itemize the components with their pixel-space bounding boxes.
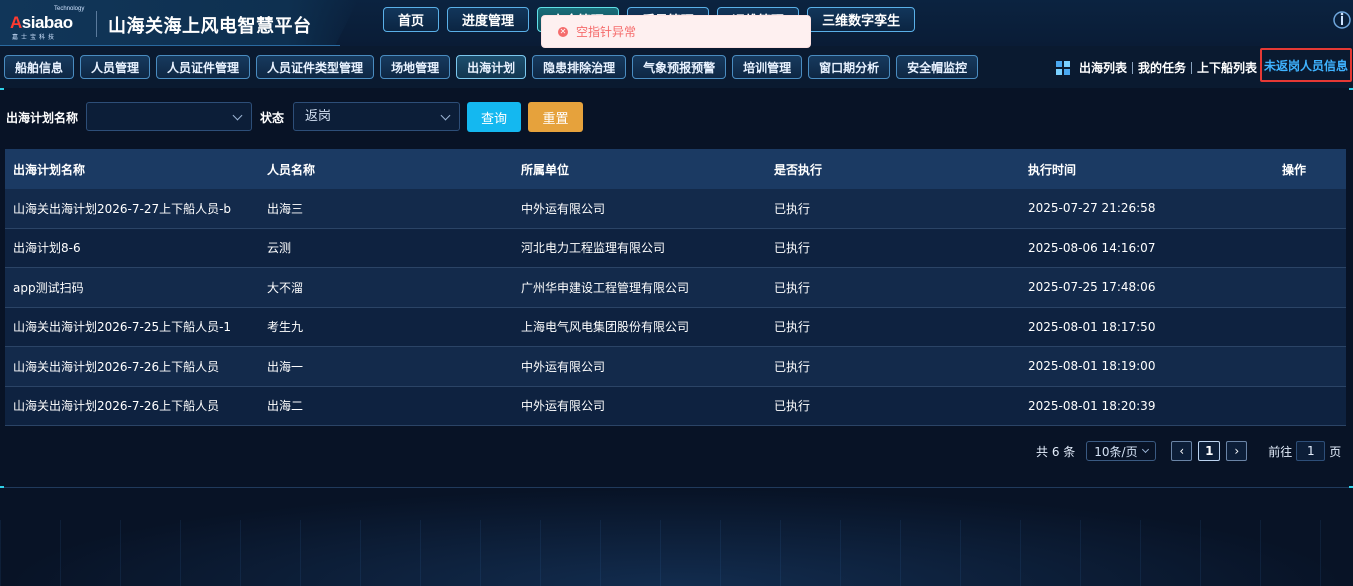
cell-executed: 已执行 [774,280,811,295]
table-header: 出海计划名称 人员名称 所属单位 是否执行 执行时间 操作 [5,149,1346,189]
company-logo: Technology Asiabao 嘉士宝科技 [10,6,85,41]
cell-exec-time: 2025-08-01 18:17:50 [1028,319,1156,334]
cell-unit: 中外运有限公司 [521,399,606,414]
subnav-personnel[interactable]: 人员管理 [80,55,151,79]
cell-plan-name: 山海关出海计划2026-7-26上下船人员 [13,359,220,374]
status-select[interactable]: 返岗 [293,102,460,131]
prev-page-button[interactable]: ‹ [1171,441,1193,461]
cell-plan-name: 山海关出海计划2026-7-25上下船人员-1 [13,320,232,335]
column-header: 执行时间 [1028,162,1077,177]
total-count: 共 6 条 [1036,444,1076,459]
cell-plan-name: app测试扫码 [13,280,84,295]
goto-label: 前往 [1268,444,1293,459]
cell-exec-time: 2025-08-06 14:16:07 [1028,240,1156,255]
cell-exec-time: 2025-08-01 18:20:39 [1028,398,1156,413]
link-my-tasks[interactable]: 我的任务 [1133,59,1191,76]
status-label: 状态 [260,111,285,125]
grid-icon [1056,60,1070,75]
cell-unit: 广州华申建设工程管理有限公司 [521,280,690,295]
cell-plan-name: 山海关出海计划2026-7-27上下船人员-b [13,201,232,216]
cell-person: 出海二 [267,399,304,414]
reset-button[interactable]: 重置 [528,102,583,132]
plan-name-label: 出海计划名称 [6,111,79,125]
subnav-hazard[interactable]: 隐患排除治理 [532,55,627,79]
query-button[interactable]: 查询 [467,102,521,132]
subnav-sites[interactable]: 场地管理 [380,55,451,79]
cell-executed: 已执行 [774,399,811,414]
page-size-select[interactable]: 10条/页 [1086,441,1157,461]
right-links: 出海列表 我的任务 上下船列表 [1056,59,1262,76]
subnav-ship-info[interactable]: 船舶信息 [4,55,75,79]
cell-unit: 上海电气风电集团股份有限公司 [521,320,690,335]
subnav-window-analysis[interactable]: 窗口期分析 [808,55,891,79]
topnav-progress[interactable]: 进度管理 [447,7,530,32]
subnav-weather[interactable]: 气象预报预警 [632,55,727,79]
cell-person: 大不溜 [267,280,304,295]
cell-executed: 已执行 [774,241,811,256]
user-icon[interactable] [1332,10,1352,32]
subnav-certificates[interactable]: 人员证件管理 [156,55,251,79]
cell-unit: 河北电力工程监理有限公司 [521,241,666,256]
cell-executed: 已执行 [774,201,811,216]
cell-executed: 已执行 [774,320,811,335]
cell-person: 云测 [267,241,292,256]
error-toast: ✕ 空指针异常 [541,15,811,48]
cell-person: 考生九 [267,320,304,335]
column-header: 出海计划名称 [13,162,86,177]
table-row[interactable]: 出海计划8-6 云测 河北电力工程监理有限公司 已执行 2025-08-06 1… [5,228,1346,268]
chevron-down-icon [440,110,451,121]
column-header: 是否执行 [774,162,823,177]
cell-unit: 中外运有限公司 [521,359,606,374]
cell-executed: 已执行 [774,359,811,374]
link-unreturned-personnel[interactable]: 未返岗人员信息 [1260,48,1352,82]
subnav-training[interactable]: 培训管理 [732,55,803,79]
column-header: 人员名称 [267,162,316,177]
filter-bar: 出海计划名称 状态 返岗 查询 重置 [0,100,1353,134]
toast-message: 空指针异常 [576,25,637,39]
page-suffix: 页 [1329,444,1342,459]
column-header: 所属单位 [521,162,570,177]
error-icon: ✕ [558,26,568,37]
subnav-helmet-monitor[interactable]: 安全帽监控 [896,55,979,79]
chevron-down-icon [232,110,243,121]
cell-unit: 中外运有限公司 [521,201,606,216]
cell-plan-name: 出海计划8-6 [13,241,81,256]
plan-name-select[interactable] [86,102,252,131]
subnav-sea-plan[interactable]: 出海计划 [456,55,527,79]
cell-plan-name: 山海关出海计划2026-7-26上下船人员 [13,399,220,414]
cell-exec-time: 2025-08-01 18:19:00 [1028,359,1156,374]
data-table: 出海计划名称 人员名称 所属单位 是否执行 执行时间 操作 山海关出海计划202… [5,149,1346,426]
subnav-certificate-types[interactable]: 人员证件类型管理 [256,55,375,79]
header-divider [96,11,97,37]
topnav-home[interactable]: 首页 [383,7,440,32]
table-body: 山海关出海计划2026-7-27上下船人员-b 出海三 中外运有限公司 已执行 … [5,189,1346,426]
cell-exec-time: 2025-07-27 21:26:58 [1028,201,1156,216]
pagination: 共 6 条 10条/页 ‹ 1 › 前往 1 页 [1036,441,1341,461]
link-sea-list[interactable]: 出海列表 [1074,59,1132,76]
table-row[interactable]: app测试扫码 大不溜 广州华申建设工程管理有限公司 已执行 2025-07-2… [5,268,1346,308]
app-title: 山海关海上风电智慧平台 [108,16,312,37]
table-row[interactable]: 山海关出海计划2026-7-27上下船人员-b 出海三 中外运有限公司 已执行 … [5,189,1346,229]
topnav-digital-twin[interactable]: 三维数字孪生 [807,7,916,32]
next-page-button[interactable]: › [1226,441,1248,461]
goto-page-input[interactable]: 1 [1296,441,1326,461]
table-row[interactable]: 山海关出海计划2026-7-26上下船人员 出海一 中外运有限公司 已执行 20… [5,347,1346,387]
table-row[interactable]: 山海关出海计划2026-7-25上下船人员-1 考生九 上海电气风电集团股份有限… [5,307,1346,347]
current-page[interactable]: 1 [1198,441,1221,461]
cell-exec-time: 2025-07-25 17:48:06 [1028,280,1156,295]
column-header: 操作 [1282,162,1307,177]
module-subnav: 船舶信息 人员管理 人员证件管理 人员证件类型管理 场地管理 出海计划 隐患排除… [4,55,979,79]
table-row[interactable]: 山海关出海计划2026-7-26上下船人员 出海二 中外运有限公司 已执行 20… [5,386,1346,426]
cell-person: 出海三 [267,201,304,216]
chevron-down-icon [1142,445,1150,454]
cell-person: 出海一 [267,359,304,374]
link-boarding-list[interactable]: 上下船列表 [1192,59,1262,76]
